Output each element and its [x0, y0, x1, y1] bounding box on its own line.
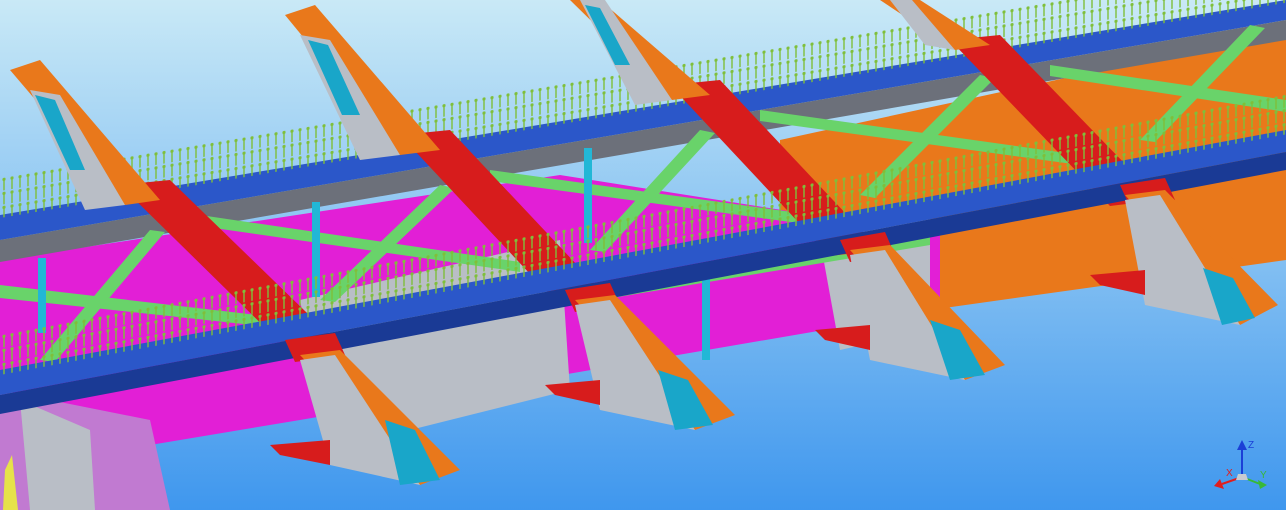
axis-x-label: X: [1226, 468, 1233, 479]
bridge-3d-model[interactable]: [0, 0, 1286, 510]
post-1: [38, 258, 46, 333]
model-viewport[interactable]: Z X Y: [0, 0, 1286, 510]
axis-y-label: Y: [1260, 470, 1267, 481]
axis-z-label: Z: [1248, 440, 1254, 451]
post-4: [702, 275, 710, 360]
axis-triad-icon[interactable]: Z X Y: [1210, 432, 1286, 510]
